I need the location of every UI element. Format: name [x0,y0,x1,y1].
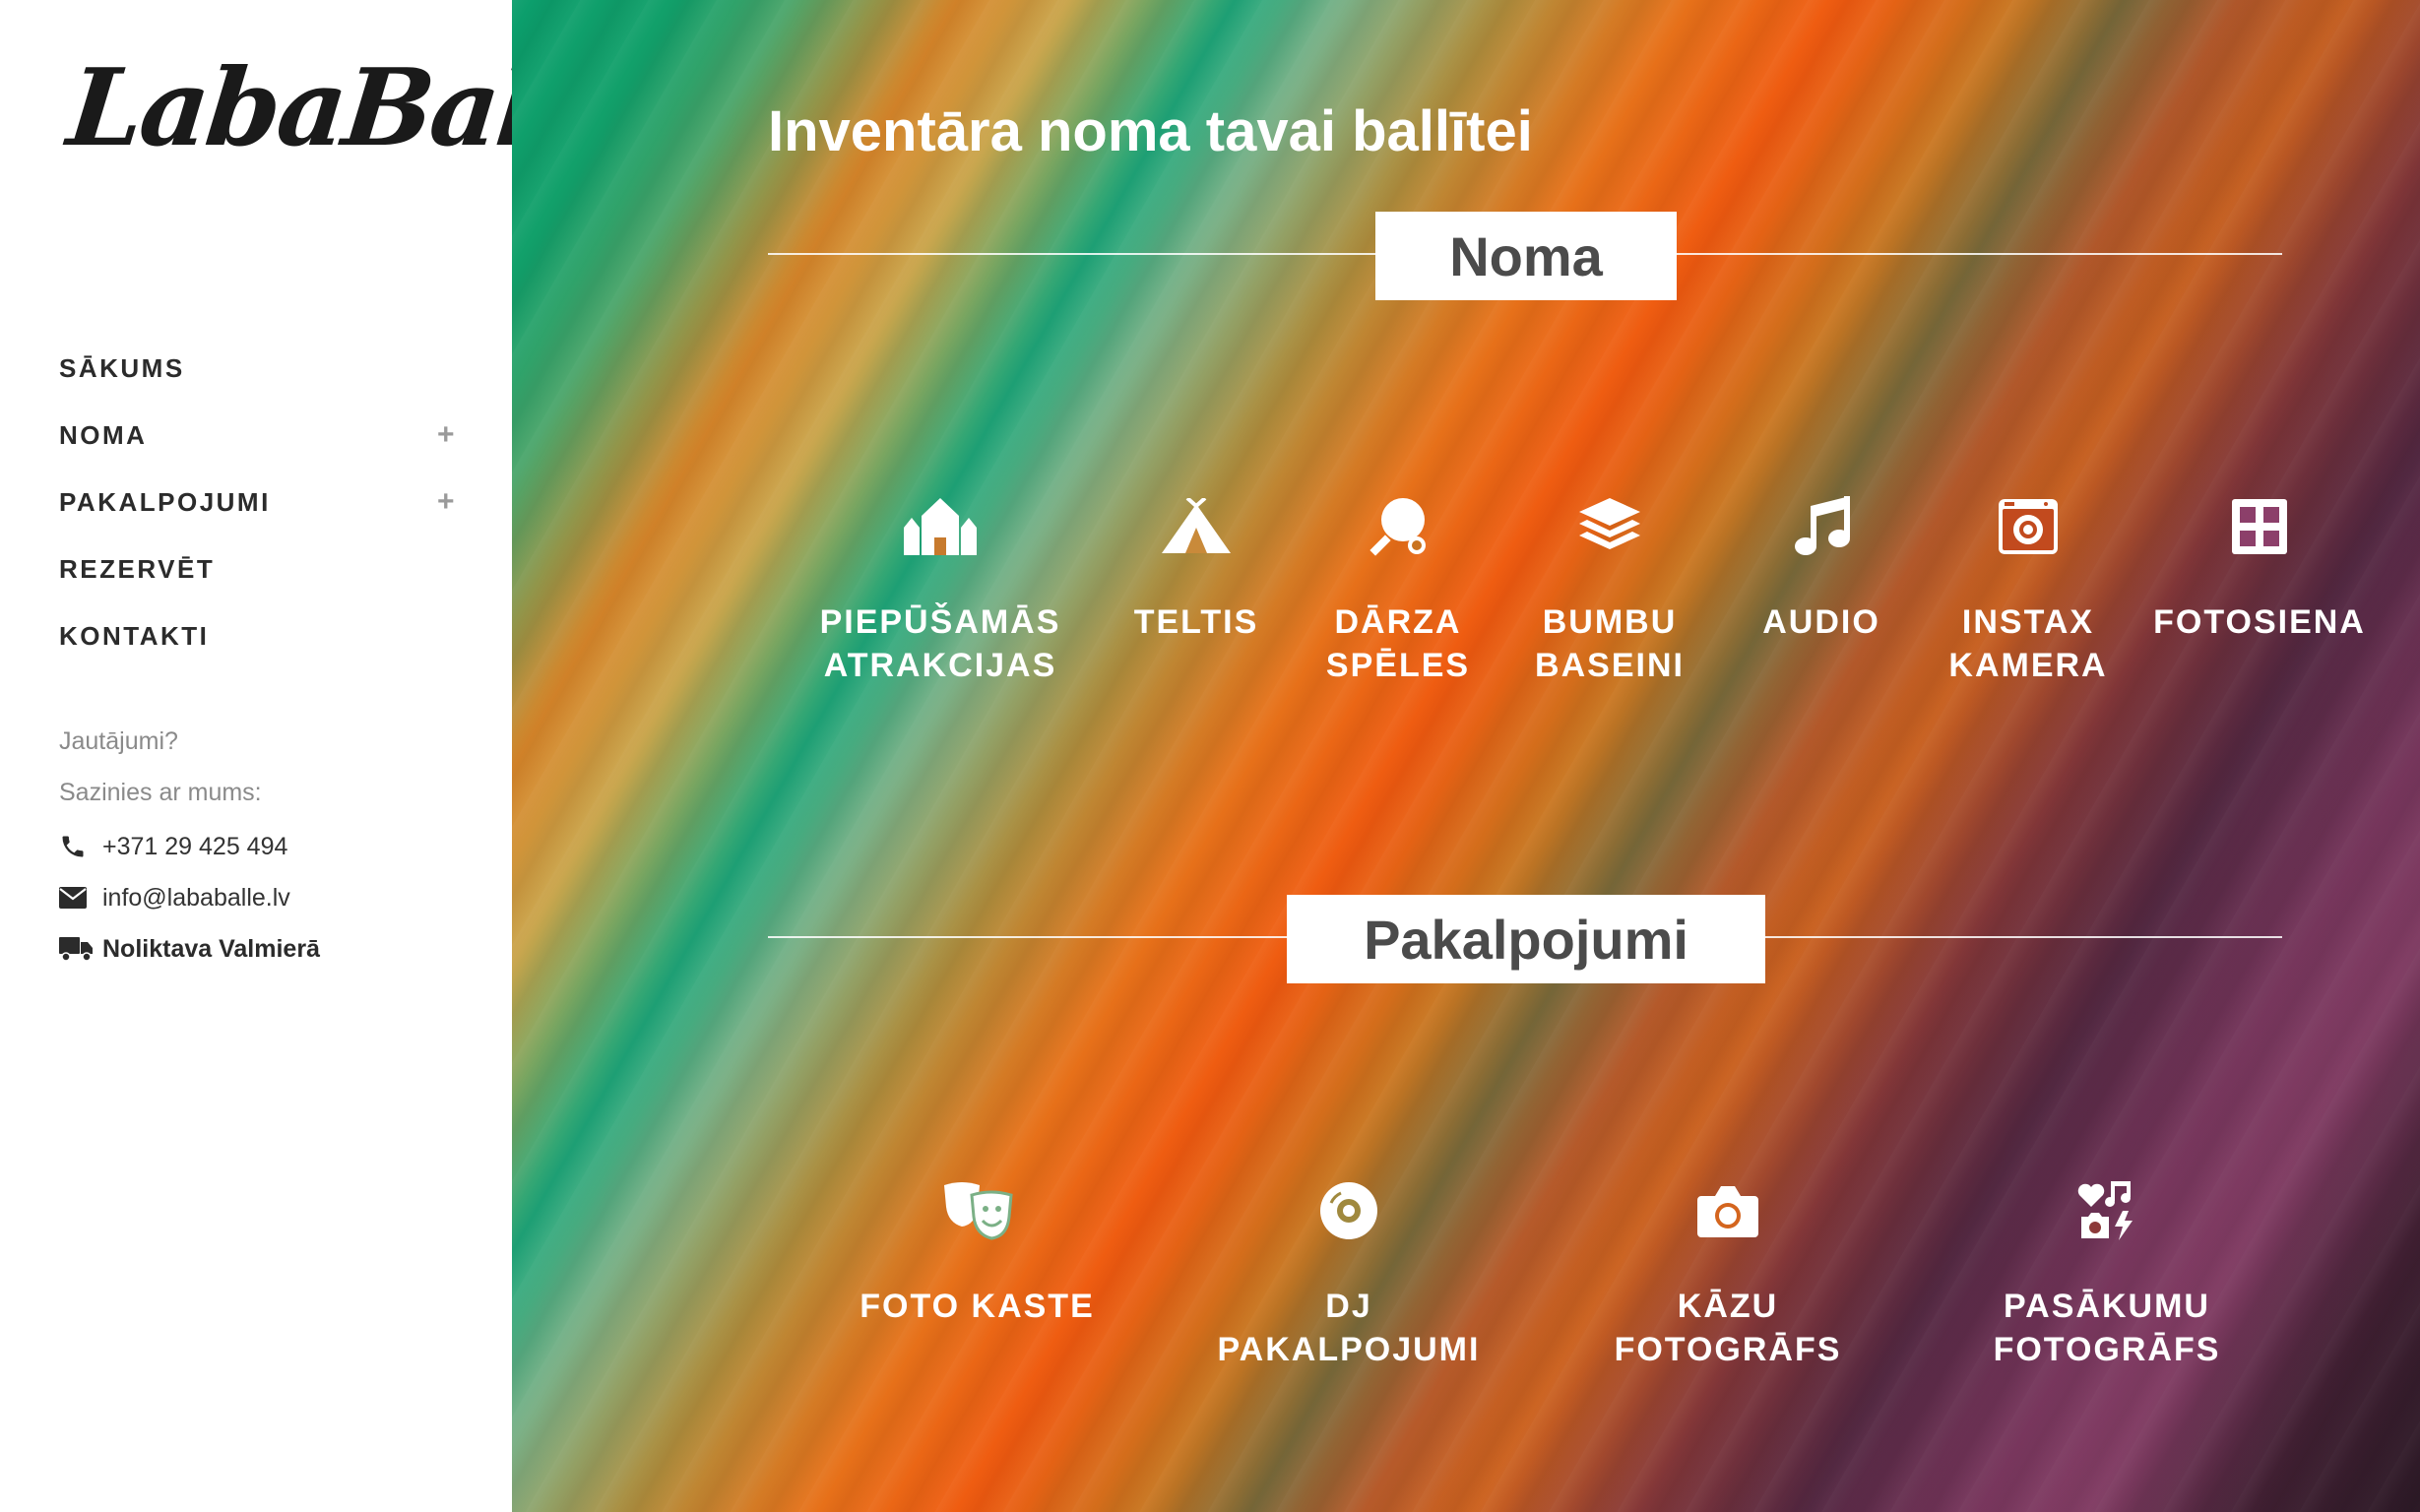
phone-text[interactable]: +371 29 425 494 [102,833,287,861]
ping-pong-icon [1305,492,1492,561]
nav-item-kontakti[interactable]: KONTAKTI [59,602,463,669]
service-item-photo-booth[interactable]: FOTO KASTE [842,1176,1113,1328]
envelope-icon [59,883,102,913]
nav-item-label: SĀKUMS [59,352,185,383]
nav-item-sakums[interactable]: SĀKUMS [59,335,463,402]
icons-icon [1959,1176,2255,1245]
instant-camera-icon [1930,492,2127,561]
rental-item-label: FOTOSIENA [2153,603,2366,641]
bouncy-castle-icon [807,492,1073,561]
contact-email[interactable]: info@lababalle.lv [59,872,473,923]
rental-item-label: AUDIO [1762,603,1880,641]
rental-item-ball-pits[interactable]: BUMBU BASEINI [1506,492,1713,687]
expand-plus-icon[interactable]: + [437,485,463,519]
compact-disc-icon [1201,1176,1497,1245]
page-title: Inventāra noma tavai ballītei [768,99,1533,163]
service-item-dj[interactable]: DJ PAKALPOJUMI [1201,1176,1497,1371]
hero-background: Inventāra noma tavai ballītei Noma PIEPŪ… [512,0,2420,1512]
rental-item-label: INSTAX KAMERA [1948,603,2108,684]
logo[interactable]: LabaBalle [62,39,643,177]
section-heading-pakalpojumi: Pakalpojumi [1287,895,1765,983]
nav-item-pakalpojumi[interactable]: PAKALPOJUMI + [59,469,463,536]
service-item-label: KĀZU FOTOGRĀFS [1614,1288,1842,1368]
service-item-wedding-photographer[interactable]: KĀZU FOTOGRĀFS [1580,1176,1876,1371]
grid-icon [2151,492,2368,561]
music-note-icon [1733,492,1910,561]
rental-item-audio[interactable]: AUDIO [1733,492,1910,644]
rental-item-instax-camera[interactable]: INSTAX KAMERA [1930,492,2127,687]
service-item-event-photographer[interactable]: PASĀKUMU FOTOGRĀFS [1959,1176,2255,1371]
sidebar: LabaBalle SĀKUMS NOMA + PAKALPOJUMI + RE… [0,0,643,1512]
layers-icon [1506,492,1713,561]
email-text[interactable]: info@lababalle.lv [102,884,290,913]
rental-item-bouncy-castles[interactable]: PIEPŪŠAMĀS ATRAKCIJAS [807,492,1073,687]
contact-warehouse[interactable]: Noliktava Valmierā [59,923,473,975]
nav-item-label: NOMA [59,419,148,450]
section-heading-noma: Noma [1375,212,1677,300]
contact-reach-us: Sazinies ar mums: [59,779,262,806]
nav-item-label: PAKALPOJUMI [59,486,271,517]
rental-item-garden-games[interactable]: DĀRZA SPĒLES [1305,492,1492,687]
theater-masks-icon [842,1176,1113,1245]
section-heading-text: Noma [1449,224,1603,287]
rental-item-label: PIEPŪŠAMĀS ATRAKCIJAS [819,603,1061,684]
rental-item-tents[interactable]: TELTIS [1103,492,1290,644]
contact-question: Jautājumi? [59,727,178,755]
rental-item-label: BUMBU BASEINI [1535,603,1685,684]
rental-item-label: DĀRZA SPĒLES [1325,603,1471,684]
warehouse-text[interactable]: Noliktava Valmierā [102,935,320,964]
service-item-label: DJ PAKALPOJUMI [1217,1288,1481,1368]
rental-item-label: TELTIS [1133,603,1259,641]
truck-icon [59,934,102,964]
nav-item-label: KONTAKTI [59,620,210,651]
tent-icon [1103,492,1290,561]
phone-icon [59,832,102,861]
expand-plus-icon[interactable]: + [437,418,463,452]
section-heading-text: Pakalpojumi [1364,908,1688,971]
main-nav: SĀKUMS NOMA + PAKALPOJUMI + REZERVĒT KON… [59,335,463,669]
nav-item-noma[interactable]: NOMA + [59,402,463,469]
nav-item-rezervet[interactable]: REZERVĒT [59,536,463,602]
rental-item-photo-wall[interactable]: FOTOSIENA [2151,492,2368,644]
service-item-label: FOTO KASTE [860,1288,1095,1325]
nav-item-label: REZERVĒT [59,553,216,584]
contact-phone[interactable]: +371 29 425 494 [59,821,473,872]
camera-icon [1580,1176,1876,1245]
contact-block: Jautājumi? Sazinies ar mums: +371 29 425… [59,719,473,975]
service-item-label: PASĀKUMU FOTOGRĀFS [1993,1288,2221,1368]
